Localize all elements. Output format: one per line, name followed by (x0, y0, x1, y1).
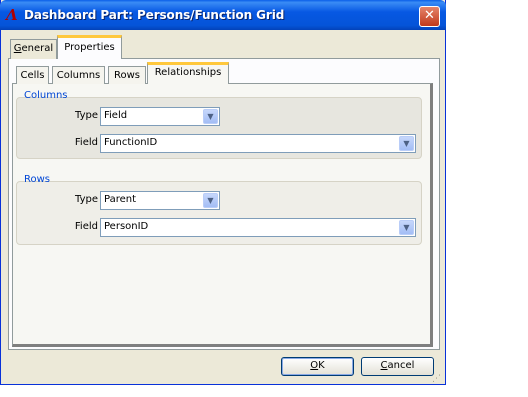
tab-cells[interactable]: Cells (16, 66, 49, 84)
cancel-button-label: Cancel (380, 360, 415, 371)
ok-button-label: OK (310, 360, 325, 371)
chevron-down-icon[interactable]: ▼ (203, 109, 218, 124)
ok-button[interactable]: OK (281, 357, 354, 376)
rows-type-label: Type (75, 194, 98, 205)
tab-columns[interactable]: Columns (52, 66, 105, 84)
tab-rows[interactable]: Rows (108, 66, 146, 84)
tab-general-label: General (13, 43, 54, 54)
close-icon: ✕ (424, 8, 435, 23)
chevron-down-icon[interactable]: ▼ (203, 193, 218, 208)
columns-field-label: Field (74, 137, 98, 148)
tab-relationships[interactable]: Relationships (147, 62, 229, 84)
tab-general[interactable]: General (10, 39, 57, 59)
tab-properties[interactable]: Properties (57, 35, 122, 59)
chevron-down-icon[interactable]: ▼ (399, 136, 414, 151)
columns-field-value: FunctionID (104, 137, 158, 148)
columns-type-select[interactable]: Field ▼ (100, 107, 220, 126)
chevron-down-icon[interactable]: ▼ (399, 220, 414, 235)
columns-field-select[interactable]: FunctionID ▼ (100, 134, 416, 153)
rows-type-value: Parent (104, 194, 137, 205)
columns-type-value: Field (104, 110, 128, 121)
rows-group-label: Rows (24, 174, 51, 185)
rows-field-label: Field (74, 221, 98, 232)
app-icon: Λ (6, 6, 18, 24)
rows-field-value: PersonID (104, 221, 149, 232)
resize-grip-icon[interactable]: ⋰ (432, 374, 444, 384)
rows-field-select[interactable]: PersonID ▼ (100, 218, 416, 237)
cancel-button[interactable]: Cancel (361, 357, 434, 376)
columns-group-label: Columns (24, 90, 68, 101)
window-title: Dashboard Part: Persons/Function Grid (24, 8, 285, 22)
title-bar[interactable]: Λ Dashboard Part: Persons/Function Grid … (0, 0, 446, 30)
columns-type-label: Type (75, 110, 98, 121)
close-button[interactable]: ✕ (419, 6, 440, 27)
rows-type-select[interactable]: Parent ▼ (100, 191, 220, 210)
